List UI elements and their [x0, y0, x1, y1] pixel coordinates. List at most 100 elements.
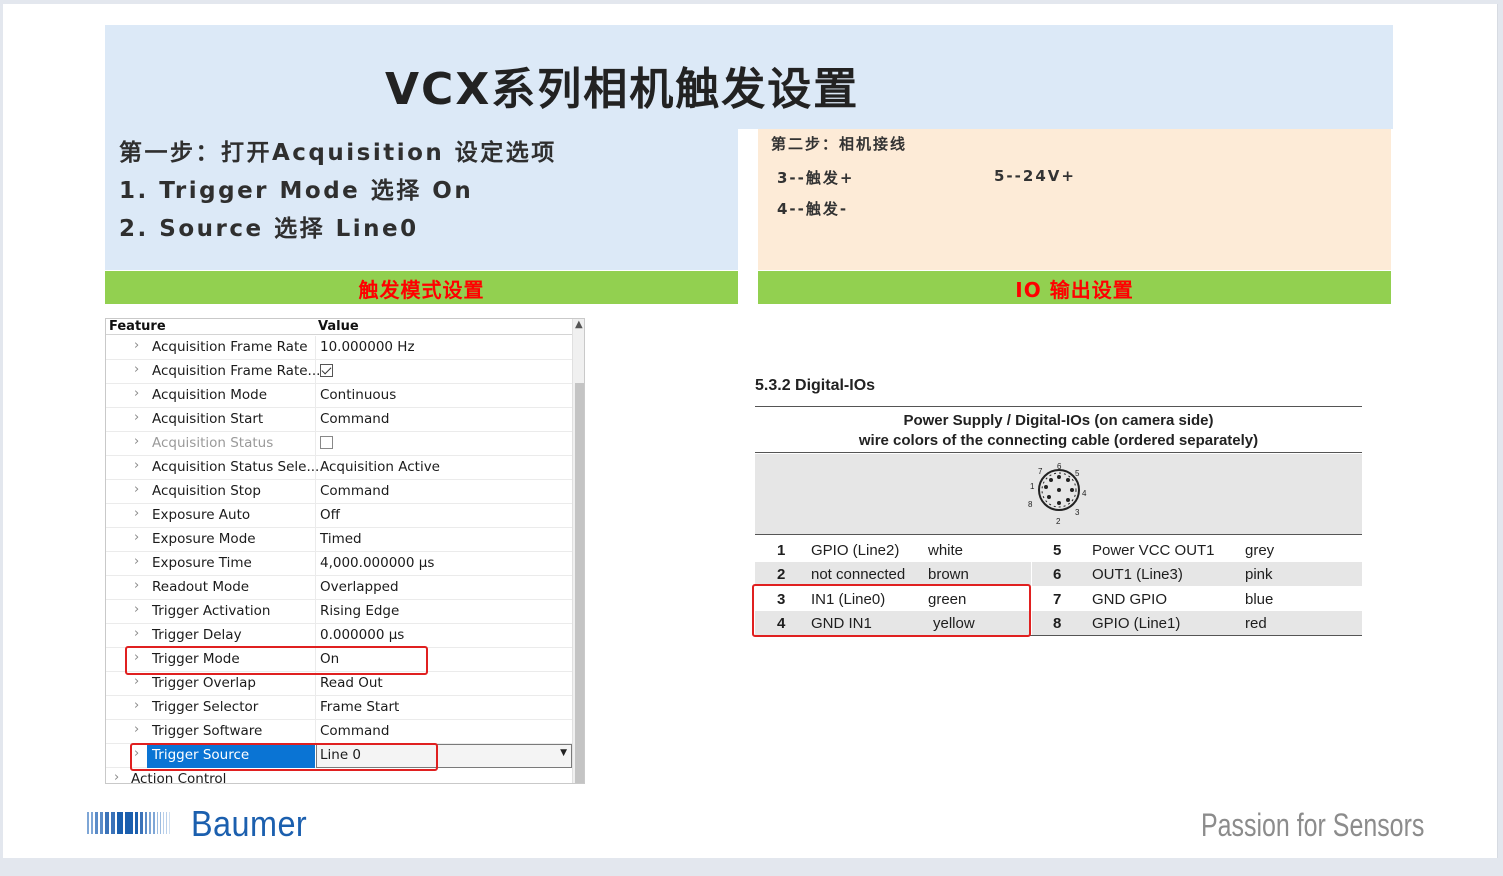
baumer-logo-icon — [87, 812, 170, 834]
step2-heading: 第二步：相机接线 — [771, 135, 908, 153]
grid-row[interactable]: › Acquisition Frame Rate... — [106, 360, 572, 384]
io-caption-1: Power Supply / Digital-IOs (on camera si… — [903, 412, 1214, 429]
chevron-right-icon[interactable]: › — [134, 530, 139, 545]
group-name: Action Control — [131, 771, 227, 784]
grid-row[interactable]: › Acquisition Status Sele... Acquisition… — [106, 456, 572, 480]
feature-name: Trigger Delay — [152, 627, 242, 643]
feature-name: Readout Mode — [152, 579, 250, 595]
pin-label: 5 — [1075, 469, 1080, 478]
grid-row[interactable]: › Exposure Time 4,000.000000 µs — [106, 552, 572, 576]
section-title: 5.3.2 Digital-IOs — [755, 377, 876, 394]
wire-4: 4--触发- — [777, 200, 849, 218]
grid-row[interactable]: › Exposure Mode Timed — [106, 528, 572, 552]
grid-row[interactable]: › Trigger Overlap Read Out — [106, 672, 572, 696]
feature-value[interactable]: Continuous — [320, 387, 396, 403]
m12-connector-icon: 7 6 5 4 3 2 8 1 — [1028, 462, 1087, 526]
step1-panel: 第一步：打开Acquisition 设定选项 1. Trigger Mode 选… — [105, 129, 738, 270]
feature-value[interactable]: Command — [320, 483, 389, 499]
grid-header: Feature Value — [106, 319, 572, 335]
chevron-right-icon[interactable]: › — [134, 578, 139, 593]
feature-value[interactable]: Command — [320, 411, 389, 427]
feature-name: Trigger Software — [152, 723, 263, 739]
grid-row[interactable]: › Acquisition Stop Command — [106, 480, 572, 504]
grid-row[interactable]: › Acquisition Start Command — [106, 408, 572, 432]
feature-name: Acquisition Status — [152, 435, 274, 451]
feature-name: Acquisition Frame Rate — [152, 339, 308, 355]
chevron-right-icon[interactable]: › — [134, 410, 139, 425]
grid-row[interactable]: › Acquisition Mode Continuous — [106, 384, 572, 408]
feature-name: Acquisition Stop — [152, 483, 261, 499]
feature-name: Trigger Overlap — [152, 675, 256, 691]
grid-row[interactable]: › Acquisition Frame Rate 10.000000 Hz — [106, 336, 572, 360]
highlight-trigger-source — [130, 743, 438, 771]
feature-value[interactable]: 10.000000 Hz — [320, 339, 415, 355]
grid-row[interactable]: › Trigger Delay 0.000000 µs — [106, 624, 572, 648]
grid-row[interactable]: › Trigger Selector Frame Start — [106, 696, 572, 720]
checkbox-unchecked — [320, 436, 333, 449]
chevron-right-icon[interactable]: › — [134, 386, 139, 401]
feature-value[interactable]: 4,000.000000 µs — [320, 555, 434, 571]
feature-value[interactable]: 0.000000 µs — [320, 627, 404, 643]
chevron-right-icon[interactable]: › — [114, 770, 119, 783]
checkbox-checked[interactable] — [320, 364, 333, 377]
vertical-scrollbar[interactable]: ▲ — [572, 319, 584, 783]
io-row: 2 not connected brown 6 OUT1 (Line3) pin… — [755, 562, 1362, 586]
col-value-header[interactable]: Value — [318, 319, 359, 334]
grid-row[interactable]: › Acquisition Status — [106, 432, 572, 456]
feature-name: Exposure Auto — [152, 507, 251, 523]
highlight-trigger-mode — [125, 646, 428, 675]
chevron-right-icon[interactable]: › — [134, 434, 139, 449]
chevron-right-icon[interactable]: › — [134, 506, 139, 521]
pin-label: 2 — [1056, 517, 1061, 526]
chevron-right-icon[interactable]: › — [134, 722, 139, 737]
slide-title: VCX系列相机触发设置 — [385, 64, 860, 115]
dropdown-arrow-icon[interactable]: ▼ — [560, 748, 567, 758]
feature-value[interactable]: Frame Start — [320, 699, 399, 715]
grid-row[interactable]: › Trigger Software Command — [106, 720, 572, 744]
bar-trigger-mode-settings: 触发模式设置 — [105, 271, 738, 304]
pin-label: 8 — [1028, 500, 1033, 509]
feature-value[interactable]: Command — [320, 723, 389, 739]
step2-panel: 第二步：相机接线 3--触发+ 5--24V+ 4--触发- — [758, 129, 1391, 270]
step1-heading: 第一步：打开Acquisition 设定选项 — [119, 140, 557, 166]
wire-5: 5--24V+ — [994, 167, 1076, 185]
feature-value[interactable]: Acquisition Active — [320, 459, 440, 475]
chevron-right-icon[interactable]: › — [134, 362, 139, 377]
title-band: VCX系列相机触发设置 — [105, 25, 1393, 129]
io-row: 1 GPIO (Line2) white 5 Power VCC OUT1 gr… — [777, 542, 1275, 559]
chevron-right-icon[interactable]: › — [134, 602, 139, 617]
feature-value[interactable]: Rising Edge — [320, 603, 399, 619]
highlight-in1-pins — [752, 584, 1031, 637]
grid-row[interactable]: › Exposure Auto Off — [106, 504, 572, 528]
step1-item1: 1. Trigger Mode 选择 On — [119, 178, 474, 204]
feature-value[interactable]: Timed — [320, 531, 362, 547]
step1-item2: 2. Source 选择 Line0 — [119, 216, 419, 242]
feature-value[interactable] — [320, 363, 333, 380]
feature-name: Acquisition Mode — [152, 387, 268, 403]
feature-value[interactable]: Overlapped — [320, 579, 399, 595]
grid-row[interactable]: › Readout Mode Overlapped — [106, 576, 572, 600]
wire-3: 3--触发+ — [777, 169, 855, 187]
io-caption-2: wire colors of the connecting cable (ord… — [858, 432, 1259, 449]
chevron-right-icon[interactable]: › — [134, 482, 139, 497]
scroll-up-icon[interactable]: ▲ — [575, 319, 583, 330]
chevron-right-icon[interactable]: › — [134, 698, 139, 713]
feature-name: Trigger Activation — [152, 603, 271, 619]
slide: VCX系列相机触发设置 第一步：打开Acquisition 设定选项 1. Tr… — [3, 4, 1498, 858]
chevron-right-icon[interactable]: › — [134, 338, 139, 353]
feature-name: Acquisition Frame Rate... — [152, 363, 321, 379]
col-feature-header[interactable]: Feature — [109, 319, 166, 334]
feature-value[interactable]: Read Out — [320, 675, 383, 691]
feature-value[interactable]: Off — [320, 507, 340, 523]
pin-label: 4 — [1082, 489, 1087, 498]
chevron-right-icon[interactable]: › — [134, 554, 139, 569]
scrollbar-thumb[interactable] — [575, 383, 584, 783]
chevron-right-icon[interactable]: › — [134, 458, 139, 473]
chevron-right-icon[interactable]: › — [134, 626, 139, 641]
feature-grid: Feature Value › Acquisition Frame Rate 1… — [105, 318, 585, 784]
brand-tagline: Passion for Sensors — [1201, 807, 1425, 843]
feature-name: Acquisition Start — [152, 411, 264, 427]
grid-row[interactable]: › Trigger Activation Rising Edge — [106, 600, 572, 624]
chevron-right-icon[interactable]: › — [134, 674, 139, 689]
feature-name: Exposure Mode — [152, 531, 256, 547]
